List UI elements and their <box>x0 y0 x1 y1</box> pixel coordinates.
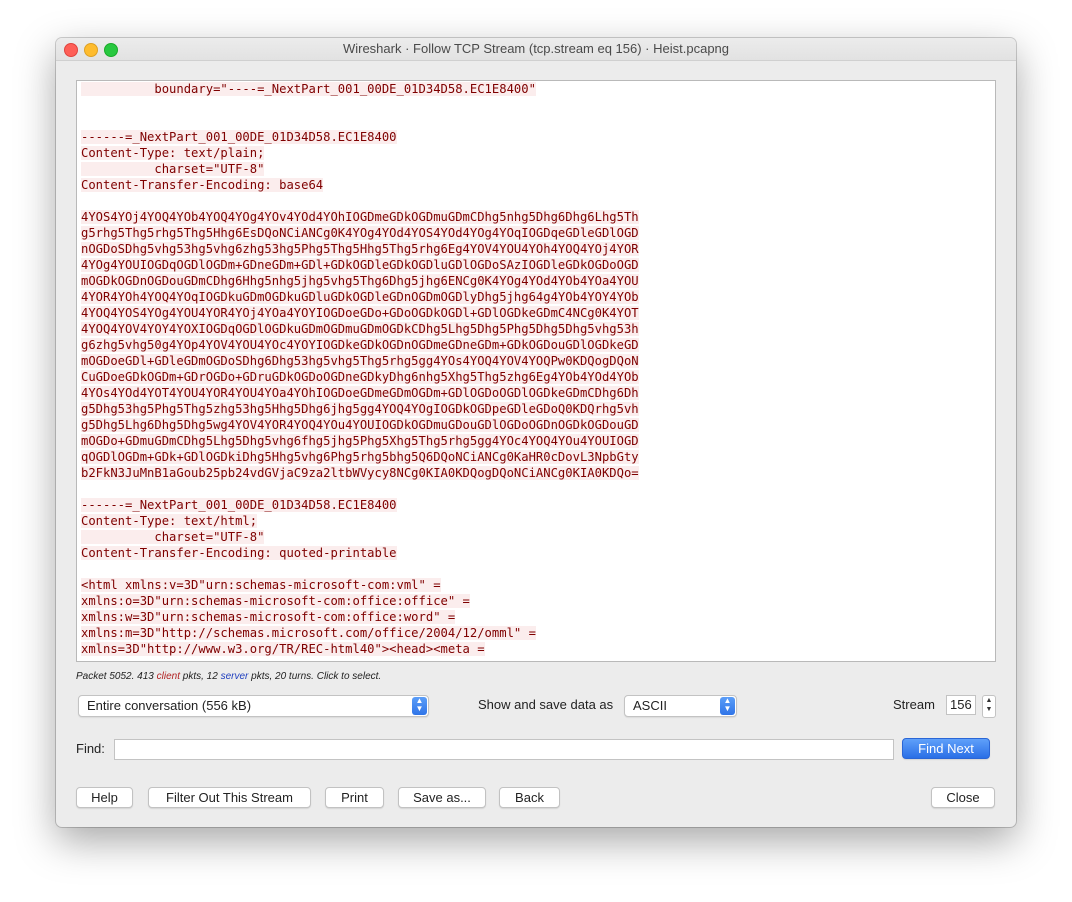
stream-line-text: g5Dhg53hg5Phg5Thg5zhg53hg5Hhg5Dhg6jhg5gg… <box>81 402 639 416</box>
stream-line-text: xmlns:m=3D"http://schemas.microsoft.com/… <box>81 626 536 640</box>
stream-line-text: nOGDoSDhg5vhg53hg5vhg6zhg53hg5Phg5Thg5Hh… <box>81 242 639 256</box>
find-label: Find: <box>76 741 105 756</box>
stream-line-text: xmlns:o=3D"urn:schemas-microsoft-com:off… <box>81 594 470 608</box>
status-server-label: server <box>220 671 249 682</box>
show-save-label: Show and save data as <box>478 697 614 712</box>
stream-line-text: xmlns=3D"http://www.w3.org/TR/REC-html40… <box>81 642 485 656</box>
stream-line-text: mOGDo+GDmuGDmCDhg5Lhg5Dhg5vhg6fhg5jhg5Ph… <box>81 434 639 448</box>
stream-line: xmlns:o=3D"urn:schemas-microsoft-com:off… <box>81 593 639 609</box>
stream-line: mOGDkOGDnOGDouGDmCDhg6Hhg5nhg5jhg5vhg5Th… <box>81 273 639 289</box>
stream-line: Content-Transfer-Encoding: quoted-printa… <box>81 545 639 561</box>
window-title: Wireshark · Follow TCP Stream (tcp.strea… <box>342 41 730 56</box>
stream-line: Content-Transfer-Encoding: base64 <box>81 177 639 193</box>
chevron-updown-icon: ▲ ▼ <box>412 697 427 715</box>
status-client-label: client <box>156 671 180 682</box>
stream-line: ------=_NextPart_001_00DE_01D34D58.EC1E8… <box>81 129 639 145</box>
stream-line: qOGDlOGDm+GDk+GDlOGDkiDhg5Hhg5vhg6Phg5rh… <box>81 449 639 465</box>
stream-line-text: Content-Type: text/html; <box>81 514 258 528</box>
stream-line: 4YOS4YOj4YOQ4YOb4YOQ4YOg4YOv4YOd4YOhIOGD… <box>81 209 639 225</box>
status-suffix: pkts, 20 turns. Click to select. <box>248 671 382 682</box>
stream-line: <html xmlns:v=3D"urn:schemas-microsoft-c… <box>81 577 639 593</box>
stream-line: Content-Type: text/plain; <box>81 145 639 161</box>
stream-line-text: 4YOQ4YOV4YOY4YOXIOGDqOGDlOGDkuGDmOGDmuGD… <box>81 322 639 336</box>
status-prefix: Packet 5052. 413 <box>76 671 157 682</box>
stream-line-text: xmlns:w=3D"urn:schemas-microsoft-com:off… <box>81 610 456 624</box>
filter-out-stream-button[interactable]: Filter Out This Stream <box>148 787 311 808</box>
stream-line <box>81 561 639 577</box>
stream-line: charset="UTF-8" <box>81 161 639 177</box>
stream-line: Content-Type: text/html; <box>81 513 639 529</box>
stream-line-text: b2FkN3JuMnB1aGoub25pb24vdGVjaC9za2ltbWVy… <box>81 466 639 480</box>
stream-line <box>81 481 639 497</box>
stream-line-text: CuGDoeGDkOGDm+GDrOGDo+GDruGDkOGDoOGDneGD… <box>81 370 639 384</box>
stream-line: g6zhg5vhg50g4YOp4YOV4YOU4YOc4YOYIOGDkeGD… <box>81 337 639 353</box>
stream-line: 4YOQ4YOS4YOg4YOU4YOR4YOj4YOa4YOYIOGDoeGD… <box>81 305 639 321</box>
stream-line-text: 4YOS4YOj4YOQ4YOb4YOQ4YOg4YOv4YOd4YOhIOGD… <box>81 210 639 224</box>
stream-line-text: mOGDkOGDnOGDouGDmCDhg6Hhg5nhg5jhg5vhg5Th… <box>81 274 639 288</box>
stream-line-text: 4YOQ4YOS4YOg4YOU4YOR4YOj4YOa4YOYIOGDoeGD… <box>81 306 639 320</box>
stream-line: 4YOQ4YOV4YOY4YOXIOGDqOGDlOGDkuGDmOGDmuGD… <box>81 321 639 337</box>
stream-line-text: g6zhg5vhg50g4YOp4YOV4YOU4YOc4YOYIOGDkeGD… <box>81 338 639 352</box>
stream-line-text: qOGDlOGDm+GDk+GDlOGDkiDhg5Hhg5vhg6Phg5rh… <box>81 450 639 464</box>
save-as-button[interactable]: Save as... <box>398 787 486 808</box>
stream-line: boundary="----=_NextPart_001_00DE_01D34D… <box>81 81 639 97</box>
stream-line: ------=_NextPart_001_00DE_01D34D58.EC1E8… <box>81 497 639 513</box>
stream-line: mOGDoeGDl+GDleGDmOGDoSDhg6Dhg53hg5vhg5Th… <box>81 353 639 369</box>
stream-line-text: charset="UTF-8" <box>81 530 265 544</box>
stream-line-text: <html xmlns:v=3D"urn:schemas-microsoft-c… <box>81 578 441 592</box>
title-bar: Wireshark · Follow TCP Stream (tcp.strea… <box>56 38 1016 61</box>
stream-line-text: boundary="----=_NextPart_001_00DE_01D34D… <box>81 82 536 96</box>
stream-line: xmlns:m=3D"http://schemas.microsoft.com/… <box>81 625 639 641</box>
stream-line-text: 4YOg4YOUIOGDqOGDlOGDm+GDneGDm+GDl+GDkOGD… <box>81 258 639 272</box>
stream-stepper[interactable]: ▲ ▼ <box>982 695 996 718</box>
stream-line: charset="UTF-8" <box>81 529 639 545</box>
stepper-up-icon[interactable]: ▲ <box>986 697 993 704</box>
stream-line: mOGDo+GDmuGDmCDhg5Lhg5Dhg5vhg6fhg5jhg5Ph… <box>81 433 639 449</box>
stream-line <box>81 97 639 113</box>
stream-line-text: 4YOR4YOh4YOQ4YOqIOGDkuGDmOGDkuGDluGDkOGD… <box>81 290 639 304</box>
stream-line-text: g5rhg5Thg5rhg5Thg5Hhg6EsDQoNCiANCg0K4YOg… <box>81 226 639 240</box>
stream-line-text: Content-Type: text/plain; <box>81 146 265 160</box>
stepper-down-icon[interactable]: ▼ <box>986 706 993 713</box>
stream-line-text: Content-Transfer-Encoding: quoted-printa… <box>81 546 397 560</box>
stream-line: g5rhg5Thg5rhg5Thg5Hhg6EsDQoNCiANCg0K4YOg… <box>81 225 639 241</box>
stream-line <box>81 113 639 129</box>
stream-line: 4YOR4YOh4YOQ4YOqIOGDkuGDmOGDkuGDluGDkOGD… <box>81 289 639 305</box>
stream-lines: boundary="----=_NextPart_001_00DE_01D34D… <box>81 81 639 657</box>
stream-line: xmlns=3D"http://www.w3.org/TR/REC-html40… <box>81 641 639 657</box>
stream-line-text: ------=_NextPart_001_00DE_01D34D58.EC1E8… <box>81 498 397 512</box>
stream-line: CuGDoeGDkOGDm+GDrOGDo+GDruGDkOGDoOGDneGD… <box>81 369 639 385</box>
stream-number-input[interactable]: 156 <box>946 695 976 715</box>
stream-line <box>81 193 639 209</box>
find-next-button[interactable]: Find Next <box>902 738 990 759</box>
stream-line: b2FkN3JuMnB1aGoub25pb24vdGVjaC9za2ltbWVy… <box>81 465 639 481</box>
follow-tcp-stream-window: Wireshark · Follow TCP Stream (tcp.strea… <box>56 38 1016 827</box>
stream-line: g5Dhg53hg5Phg5Thg5zhg53hg5Hhg5Dhg6jhg5gg… <box>81 401 639 417</box>
stream-line: 4YOs4YOd4YOT4YOU4YOR4YOU4YOa4YOhIOGDoeGD… <box>81 385 639 401</box>
stream-content-pane[interactable]: boundary="----=_NextPart_001_00DE_01D34D… <box>76 80 996 662</box>
stream-line: xmlns:w=3D"urn:schemas-microsoft-com:off… <box>81 609 639 625</box>
find-input[interactable] <box>114 739 894 760</box>
stream-line-text: g5Dhg5Lhg6Dhg5Dhg5wg4YOV4YOR4YOQ4YOu4YOU… <box>81 418 639 432</box>
chevron-updown-icon: ▲ ▼ <box>720 697 735 715</box>
packet-status[interactable]: Packet 5052. 413 client pkts, 12 server … <box>76 671 381 682</box>
stream-line-text: Content-Transfer-Encoding: base64 <box>81 178 324 192</box>
stream-line-text: ------=_NextPart_001_00DE_01D34D58.EC1E8… <box>81 130 397 144</box>
format-select-value: ASCII <box>633 698 667 713</box>
back-button[interactable]: Back <box>499 787 560 808</box>
stream-line: g5Dhg5Lhg6Dhg5Dhg5wg4YOV4YOR4YOQ4YOu4YOU… <box>81 417 639 433</box>
stream-line-text: charset="UTF-8" <box>81 162 265 176</box>
conversation-select[interactable]: Entire conversation (556 kB) ▲ ▼ <box>78 695 429 717</box>
conversation-select-value: Entire conversation (556 kB) <box>87 698 252 713</box>
stream-line-text: mOGDoeGDl+GDleGDmOGDoSDhg6Dhg53hg5vhg5Th… <box>81 354 639 368</box>
stream-label: Stream <box>893 697 935 712</box>
format-select[interactable]: ASCII ▲ ▼ <box>624 695 737 717</box>
stream-line-text: 4YOs4YOd4YOT4YOU4YOR4YOU4YOa4YOhIOGDoeGD… <box>81 386 639 400</box>
stream-line: 4YOg4YOUIOGDqOGDlOGDm+GDneGDm+GDl+GDkOGD… <box>81 257 639 273</box>
status-middle: pkts, 12 <box>179 671 221 682</box>
close-button[interactable]: Close <box>931 787 995 808</box>
help-button[interactable]: Help <box>76 787 133 808</box>
print-button[interactable]: Print <box>325 787 384 808</box>
stream-line: nOGDoSDhg5vhg53hg5vhg6zhg53hg5Phg5Thg5Hh… <box>81 241 639 257</box>
